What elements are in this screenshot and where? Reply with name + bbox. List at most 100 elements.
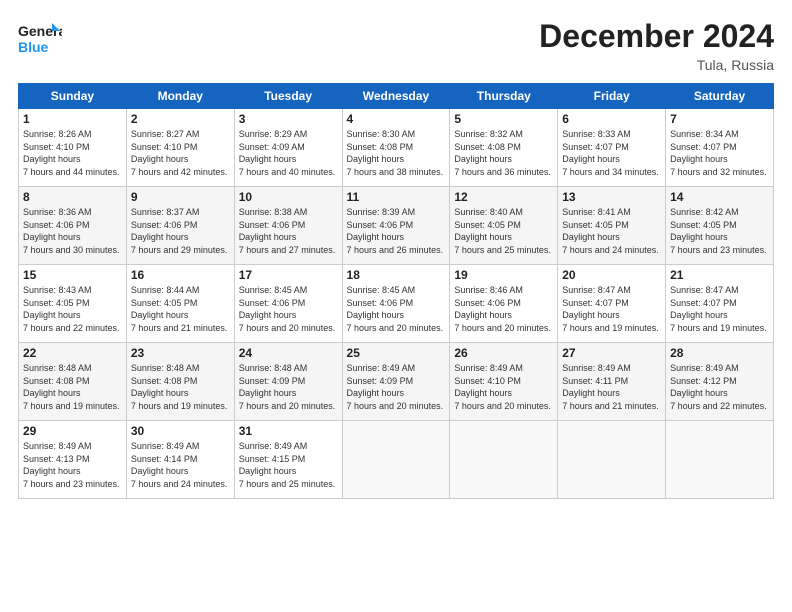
day-number: 29 (23, 424, 122, 438)
header-friday: Friday (558, 84, 666, 109)
location: Tula, Russia (539, 57, 774, 73)
day-number: 19 (454, 268, 553, 282)
day-number: 16 (131, 268, 230, 282)
page-header: General Blue December 2024 Tula, Russia (18, 18, 774, 73)
week-row-4: 22 Sunrise: 8:48 AM Sunset: 4:08 PM Dayl… (19, 343, 774, 421)
day-info: Sunrise: 8:32 AM Sunset: 4:08 PM Dayligh… (454, 128, 553, 178)
day-cell: 3 Sunrise: 8:29 AM Sunset: 4:09 AM Dayli… (234, 109, 342, 187)
day-info: Sunrise: 8:49 AM Sunset: 4:15 PM Dayligh… (239, 440, 338, 490)
day-number: 17 (239, 268, 338, 282)
day-info: Sunrise: 8:42 AM Sunset: 4:05 PM Dayligh… (670, 206, 769, 256)
day-info: Sunrise: 8:37 AM Sunset: 4:06 PM Dayligh… (131, 206, 230, 256)
header-wednesday: Wednesday (342, 84, 450, 109)
day-info: Sunrise: 8:48 AM Sunset: 4:08 PM Dayligh… (131, 362, 230, 412)
title-area: December 2024 Tula, Russia (539, 18, 774, 73)
day-info: Sunrise: 8:49 AM Sunset: 4:11 PM Dayligh… (562, 362, 661, 412)
day-info: Sunrise: 8:26 AM Sunset: 4:10 PM Dayligh… (23, 128, 122, 178)
day-cell: 29 Sunrise: 8:49 AM Sunset: 4:13 PM Dayl… (19, 421, 127, 499)
day-number: 23 (131, 346, 230, 360)
day-info: Sunrise: 8:45 AM Sunset: 4:06 PM Dayligh… (347, 284, 446, 334)
day-number: 24 (239, 346, 338, 360)
day-number: 3 (239, 112, 338, 126)
day-info: Sunrise: 8:49 AM Sunset: 4:12 PM Dayligh… (670, 362, 769, 412)
day-cell (666, 421, 774, 499)
day-cell: 20 Sunrise: 8:47 AM Sunset: 4:07 PM Dayl… (558, 265, 666, 343)
day-number: 26 (454, 346, 553, 360)
day-cell (558, 421, 666, 499)
day-info: Sunrise: 8:49 AM Sunset: 4:09 PM Dayligh… (347, 362, 446, 412)
day-info: Sunrise: 8:44 AM Sunset: 4:05 PM Dayligh… (131, 284, 230, 334)
header-thursday: Thursday (450, 84, 558, 109)
day-cell: 6 Sunrise: 8:33 AM Sunset: 4:07 PM Dayli… (558, 109, 666, 187)
day-number: 11 (347, 190, 446, 204)
week-row-2: 8 Sunrise: 8:36 AM Sunset: 4:06 PM Dayli… (19, 187, 774, 265)
day-number: 7 (670, 112, 769, 126)
day-cell (342, 421, 450, 499)
day-info: Sunrise: 8:46 AM Sunset: 4:06 PM Dayligh… (454, 284, 553, 334)
day-info: Sunrise: 8:49 AM Sunset: 4:10 PM Dayligh… (454, 362, 553, 412)
day-cell (450, 421, 558, 499)
day-number: 12 (454, 190, 553, 204)
day-cell: 11 Sunrise: 8:39 AM Sunset: 4:06 PM Dayl… (342, 187, 450, 265)
day-cell: 2 Sunrise: 8:27 AM Sunset: 4:10 PM Dayli… (126, 109, 234, 187)
day-number: 28 (670, 346, 769, 360)
day-cell: 10 Sunrise: 8:38 AM Sunset: 4:06 PM Dayl… (234, 187, 342, 265)
day-cell: 13 Sunrise: 8:41 AM Sunset: 4:05 PM Dayl… (558, 187, 666, 265)
day-cell: 15 Sunrise: 8:43 AM Sunset: 4:05 PM Dayl… (19, 265, 127, 343)
day-cell: 14 Sunrise: 8:42 AM Sunset: 4:05 PM Dayl… (666, 187, 774, 265)
day-number: 8 (23, 190, 122, 204)
header-tuesday: Tuesday (234, 84, 342, 109)
day-number: 15 (23, 268, 122, 282)
day-number: 30 (131, 424, 230, 438)
week-row-5: 29 Sunrise: 8:49 AM Sunset: 4:13 PM Dayl… (19, 421, 774, 499)
day-number: 25 (347, 346, 446, 360)
day-info: Sunrise: 8:27 AM Sunset: 4:10 PM Dayligh… (131, 128, 230, 178)
day-cell: 26 Sunrise: 8:49 AM Sunset: 4:10 PM Dayl… (450, 343, 558, 421)
day-info: Sunrise: 8:49 AM Sunset: 4:13 PM Dayligh… (23, 440, 122, 490)
day-number: 20 (562, 268, 661, 282)
day-info: Sunrise: 8:41 AM Sunset: 4:05 PM Dayligh… (562, 206, 661, 256)
day-info: Sunrise: 8:33 AM Sunset: 4:07 PM Dayligh… (562, 128, 661, 178)
day-cell: 23 Sunrise: 8:48 AM Sunset: 4:08 PM Dayl… (126, 343, 234, 421)
day-cell: 7 Sunrise: 8:34 AM Sunset: 4:07 PM Dayli… (666, 109, 774, 187)
day-cell: 12 Sunrise: 8:40 AM Sunset: 4:05 PM Dayl… (450, 187, 558, 265)
day-number: 5 (454, 112, 553, 126)
day-info: Sunrise: 8:45 AM Sunset: 4:06 PM Dayligh… (239, 284, 338, 334)
day-info: Sunrise: 8:36 AM Sunset: 4:06 PM Dayligh… (23, 206, 122, 256)
day-number: 18 (347, 268, 446, 282)
day-info: Sunrise: 8:48 AM Sunset: 4:08 PM Dayligh… (23, 362, 122, 412)
day-cell: 4 Sunrise: 8:30 AM Sunset: 4:08 PM Dayli… (342, 109, 450, 187)
day-cell: 9 Sunrise: 8:37 AM Sunset: 4:06 PM Dayli… (126, 187, 234, 265)
day-info: Sunrise: 8:47 AM Sunset: 4:07 PM Dayligh… (670, 284, 769, 334)
day-number: 10 (239, 190, 338, 204)
day-info: Sunrise: 8:38 AM Sunset: 4:06 PM Dayligh… (239, 206, 338, 256)
day-info: Sunrise: 8:49 AM Sunset: 4:14 PM Dayligh… (131, 440, 230, 490)
day-cell: 18 Sunrise: 8:45 AM Sunset: 4:06 PM Dayl… (342, 265, 450, 343)
header-sunday: Sunday (19, 84, 127, 109)
weekday-header-row: Sunday Monday Tuesday Wednesday Thursday… (19, 84, 774, 109)
header-monday: Monday (126, 84, 234, 109)
day-cell: 30 Sunrise: 8:49 AM Sunset: 4:14 PM Dayl… (126, 421, 234, 499)
day-cell: 21 Sunrise: 8:47 AM Sunset: 4:07 PM Dayl… (666, 265, 774, 343)
day-number: 22 (23, 346, 122, 360)
day-number: 2 (131, 112, 230, 126)
week-row-3: 15 Sunrise: 8:43 AM Sunset: 4:05 PM Dayl… (19, 265, 774, 343)
day-cell: 28 Sunrise: 8:49 AM Sunset: 4:12 PM Dayl… (666, 343, 774, 421)
header-saturday: Saturday (666, 84, 774, 109)
day-number: 14 (670, 190, 769, 204)
day-info: Sunrise: 8:34 AM Sunset: 4:07 PM Dayligh… (670, 128, 769, 178)
day-number: 27 (562, 346, 661, 360)
day-info: Sunrise: 8:43 AM Sunset: 4:05 PM Dayligh… (23, 284, 122, 334)
calendar-page: General Blue December 2024 Tula, Russia … (0, 0, 792, 612)
month-title: December 2024 (539, 18, 774, 55)
day-info: Sunrise: 8:39 AM Sunset: 4:06 PM Dayligh… (347, 206, 446, 256)
svg-text:Blue: Blue (18, 39, 49, 55)
day-info: Sunrise: 8:48 AM Sunset: 4:09 PM Dayligh… (239, 362, 338, 412)
logo: General Blue (18, 18, 66, 62)
day-info: Sunrise: 8:29 AM Sunset: 4:09 AM Dayligh… (239, 128, 338, 178)
calendar-table: Sunday Monday Tuesday Wednesday Thursday… (18, 83, 774, 499)
day-number: 13 (562, 190, 661, 204)
day-cell: 25 Sunrise: 8:49 AM Sunset: 4:09 PM Dayl… (342, 343, 450, 421)
day-cell: 31 Sunrise: 8:49 AM Sunset: 4:15 PM Dayl… (234, 421, 342, 499)
logo-icon: General Blue (18, 18, 62, 62)
